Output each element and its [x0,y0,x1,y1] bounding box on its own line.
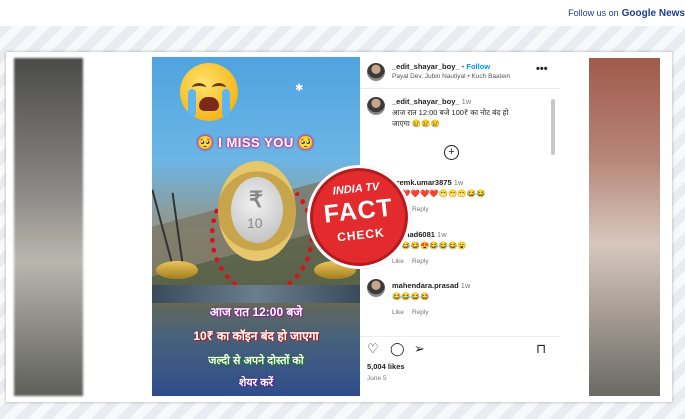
author-header: _edit_shayar_boy_ • Follow [392,62,490,71]
author-avatar[interactable] [367,63,385,81]
blurred-left-background [14,58,83,396]
follow-google-news-link[interactable]: Follow us on Google News [568,8,685,19]
google-news-text: Google News [621,8,685,19]
sparkle-icon: ✱ [295,83,304,94]
gold-scale-left [156,261,198,279]
comment-time: 1w [437,230,447,239]
author-username[interactable]: _edit_shayar_boy_ [392,62,460,71]
comment-time: 1w [453,178,464,187]
crying-emoji-icon [180,63,238,121]
headline-line-2: 10₹ का कॉइन बंद हो जाएगा [193,329,319,343]
plus-circle-icon[interactable]: + [444,145,459,160]
post-header: _edit_shayar_boy_ • Follow Payal Dev, Ju… [360,57,560,89]
blurred-right-background [589,58,660,396]
miss-you-text: 🥺 I MISS YOU 🥺 [197,135,315,150]
caption-line-1: आज रात 12:00 बजे 100₹ का नोट बंद हो [392,108,509,117]
headline-line-1: आज रात 12:00 बजे [209,305,303,319]
comment-icon[interactable]: ◯ [390,341,405,357]
site-top-bar: Follow us on Google News [0,0,685,26]
post-date: June 5 [367,375,387,382]
like-button[interactable]: Like [392,258,404,265]
audio-track[interactable]: Payal Dev, Jubin Nautiyal • Kuch Baatein [392,73,510,80]
caption-time: 1w [461,97,472,106]
share-icon[interactable]: ➢ [414,341,425,357]
coin-frame: ₹ 10 [218,161,296,261]
like-button[interactable]: Like [392,309,404,316]
ten-rupee-coin: ₹ 10 [231,177,283,243]
heart-icon[interactable]: ♡ [367,341,379,357]
road-background [152,285,360,303]
reply-button[interactable]: Reply [412,258,429,265]
more-horizontal-icon[interactable]: ••• [536,63,548,75]
follow-text: Follow us on [568,8,619,18]
comment-time: 1w [460,281,471,290]
separator-dot: • [461,62,465,71]
reply-button[interactable]: Reply [412,309,429,316]
post-actions: ♡ ◯ ➢ ⊓ 5,004 likes June 5 [360,336,560,397]
comment-avatar[interactable] [367,279,385,297]
comment-header: mahendara.prasad 1w [392,281,470,290]
coin-value: 10 [247,215,263,231]
comments-scrollbar[interactable] [551,99,555,155]
rupee-symbol: ₹ [249,187,263,212]
reply-button[interactable]: Reply [412,206,429,213]
headline-line-3: जल्दी से अपने दोस्तों को [208,355,304,367]
caption-username[interactable]: _edit_shayar_boy_ [392,97,460,106]
caption-line-2: जाएगा 😢😢😢 [392,119,440,128]
likes-count[interactable]: 5,004 likes [367,362,405,371]
caption-header: _edit_shayar_boy_ 1w [392,97,471,106]
bookmark-icon[interactable]: ⊓ [536,341,546,357]
comment-username[interactable]: mahendara.prasad [392,281,459,290]
follow-button[interactable]: Follow [466,62,490,71]
comment-text: 😂😂😂😂 [392,292,430,301]
caption-avatar[interactable] [367,97,385,115]
headline-line-4: शेयर करें [238,377,274,389]
